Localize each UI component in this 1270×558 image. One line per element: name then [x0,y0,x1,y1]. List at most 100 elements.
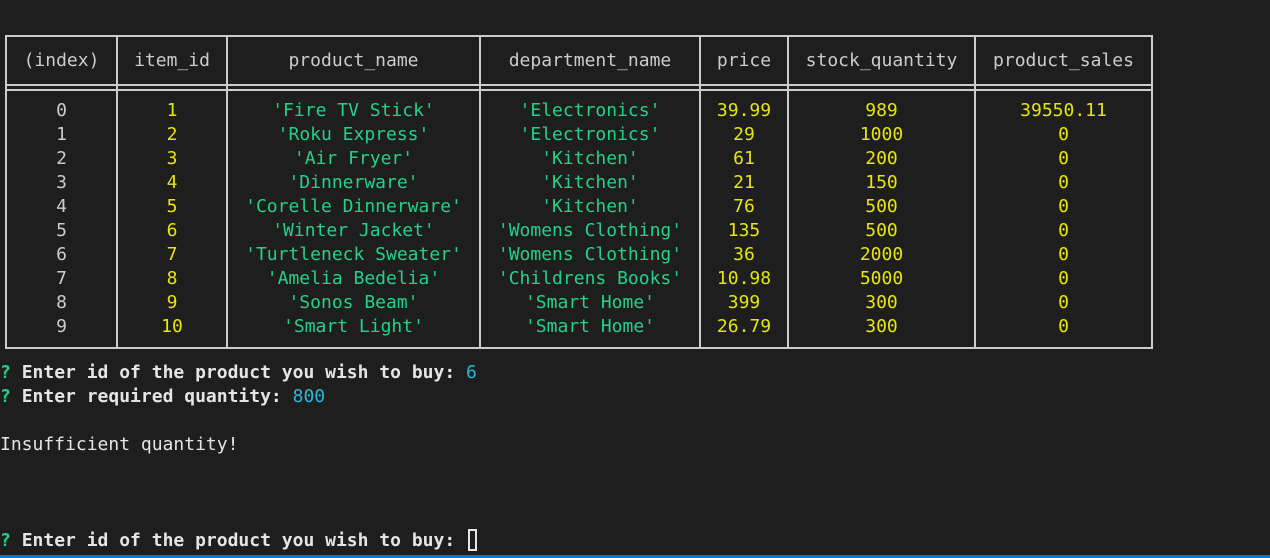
cell-item-id: 4 [116,171,228,195]
cell-product-name: 'Corelle Dinnerware' [226,195,481,219]
cell-stock-quantity: 500 [787,195,976,219]
cell-price: 21 [699,171,789,195]
cell-product-sales: 0 [974,219,1153,243]
cell-stock-quantity: 1000 [787,123,976,147]
cell-department-name: 'Kitchen' [479,147,701,171]
table-row: 5 6 'Winter Jacket' 'Womens Clothing' 135 500… [5,219,1153,243]
cell-item-id: 5 [116,195,228,219]
cell-index: 6 [5,243,118,267]
terminal-output[interactable]: (index) item_id product_name department_… [0,0,1270,555]
cell-price: 399 [699,291,789,315]
cell-price: 26.79 [699,315,789,339]
cell-price: 29 [699,123,789,147]
cell-product-name: 'Sonos Beam' [226,291,481,315]
question-mark-icon: ? [0,386,11,407]
cell-index: 4 [5,195,118,219]
prompt-id-question: Enter id of the product you wish to buy: [21,362,456,383]
prompt-quantity-answer: 800 [292,386,326,407]
prompt-line-quantity: ? Enter required quantity: 800 [0,385,325,409]
cell-item-id: 8 [116,267,228,291]
table-row: 2 3 'Air Fryer' 'Kitchen' 61 200 0 [5,147,1153,171]
cell-index: 8 [5,291,118,315]
cell-product-sales: 39550.11 [974,99,1153,123]
cell-department-name: 'Electronics' [479,123,701,147]
cell-department-name: 'Smart Home' [479,315,701,339]
cell-index: 0 [5,99,118,123]
table-header-row: (index) item_id product_name department_… [5,35,1153,86]
cell-item-id: 7 [116,243,228,267]
column-header-stock-quantity: stock_quantity [787,35,976,86]
cell-stock-quantity: 300 [787,291,976,315]
table-row: 0 1 'Fire TV Stick' 'Electronics' 39.99 989 39… [5,99,1153,123]
cell-product-name: 'Winter Jacket' [226,219,481,243]
cell-department-name: 'Womens Clothing' [479,219,701,243]
cell-product-sales: 0 [974,315,1153,339]
table-row: 6 7 'Turtleneck Sweater' 'Womens Clothing' 3… [5,243,1153,267]
cell-department-name: 'Kitchen' [479,195,701,219]
cell-product-sales: 0 [974,195,1153,219]
cell-stock-quantity: 989 [787,99,976,123]
cell-index: 5 [5,219,118,243]
cell-product-name: 'Amelia Bedelia' [226,267,481,291]
column-header-index: (index) [5,35,118,86]
column-header-product-sales: product_sales [974,35,1153,86]
cell-item-id: 10 [116,315,228,339]
cell-product-sales: 0 [974,171,1153,195]
cell-index: 3 [5,171,118,195]
prompt-next-question: Enter id of the product you wish to buy: [21,530,456,551]
cell-product-name: 'Roku Express' [226,123,481,147]
cell-product-name: 'Turtleneck Sweater' [226,243,481,267]
cell-index: 2 [5,147,118,171]
prompt-quantity-question: Enter required quantity: [21,386,282,407]
cell-product-sales: 0 [974,123,1153,147]
table-row: 3 4 'Dinnerware' 'Kitchen' 21 150 0 [5,171,1153,195]
cell-price: 61 [699,147,789,171]
table-row: 9 10 'Smart Light' 'Smart Home' 26.79 300 0 [5,315,1153,339]
cell-product-sales: 0 [974,267,1153,291]
cell-stock-quantity: 5000 [787,267,976,291]
cell-stock-quantity: 150 [787,171,976,195]
text-cursor[interactable] [468,529,478,551]
cell-stock-quantity: 500 [787,219,976,243]
cell-price: 135 [699,219,789,243]
cell-product-sales: 0 [974,147,1153,171]
cell-department-name: 'Smart Home' [479,291,701,315]
cell-item-id: 6 [116,219,228,243]
table-row: 1 2 'Roku Express' 'Electronics' 29 1000 0 [5,123,1153,147]
prompt-line-id: ? Enter id of the product you wish to bu… [0,361,477,385]
console-table: (index) item_id product_name department_… [5,35,1153,349]
cell-price: 39.99 [699,99,789,123]
cell-department-name: 'Kitchen' [479,171,701,195]
column-header-department-name: department_name [479,35,701,86]
cell-product-name: 'Air Fryer' [226,147,481,171]
cell-item-id: 3 [116,147,228,171]
cell-stock-quantity: 300 [787,315,976,339]
cell-product-sales: 0 [974,243,1153,267]
cell-department-name: 'Electronics' [479,99,701,123]
cell-product-sales: 0 [974,291,1153,315]
cell-department-name: 'Womens Clothing' [479,243,701,267]
prompt-line-next[interactable]: ? Enter id of the product you wish to bu… [0,529,478,553]
table-row: 4 5 'Corelle Dinnerware' 'Kitchen' 76 500 0 [5,195,1153,219]
cell-price: 36 [699,243,789,267]
column-header-item-id: item_id [116,35,228,86]
question-mark-icon: ? [0,530,11,551]
column-header-price: price [699,35,789,86]
table-row: 7 8 'Amelia Bedelia' 'Childrens Books' 10.98… [5,267,1153,291]
cell-item-id: 2 [116,123,228,147]
cell-item-id: 1 [116,99,228,123]
prompt-id-answer: 6 [466,362,477,383]
cell-index: 1 [5,123,118,147]
table-row: 8 9 'Sonos Beam' 'Smart Home' 399 300 0 [5,291,1153,315]
column-header-product-name: product_name [226,35,481,86]
cell-department-name: 'Childrens Books' [479,267,701,291]
cell-stock-quantity: 2000 [787,243,976,267]
cell-item-id: 9 [116,291,228,315]
cell-index: 9 [5,315,118,339]
cell-index: 7 [5,267,118,291]
cell-product-name: 'Smart Light' [226,315,481,339]
question-mark-icon: ? [0,362,11,383]
cell-product-name: 'Fire TV Stick' [226,99,481,123]
cell-product-name: 'Dinnerware' [226,171,481,195]
cell-price: 76 [699,195,789,219]
